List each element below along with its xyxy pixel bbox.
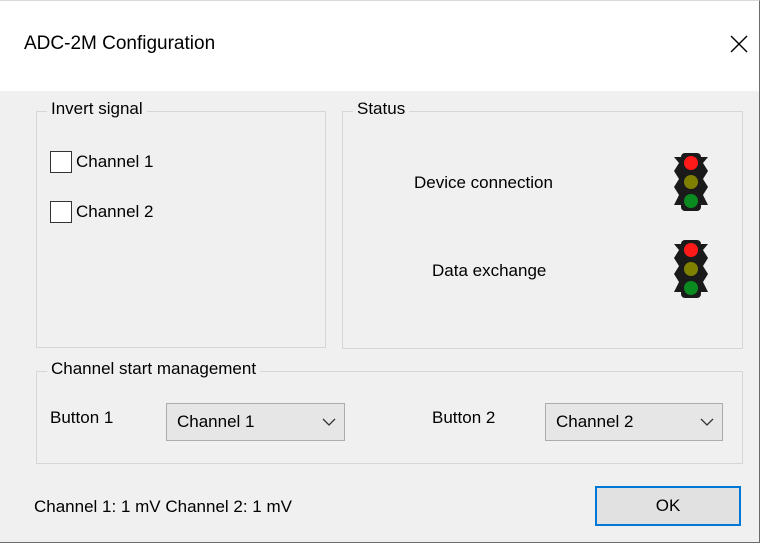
sensitivity-status-text: Channel 1: 1 mV Channel 2: 1 mV: [34, 497, 292, 516]
status-group: Status: [342, 99, 743, 349]
button-1-select[interactable]: Channel 1: [166, 403, 345, 441]
device-connection-label: Device connection: [414, 173, 553, 192]
device-connection-traffic-light-icon: [674, 153, 708, 211]
chevron-down-icon: [314, 418, 344, 426]
channel-2-checkbox-row[interactable]: Channel 2: [50, 201, 154, 223]
window-title: ADC-2M Configuration: [24, 33, 216, 54]
channel-1-checkbox-row[interactable]: Channel 1: [50, 151, 154, 173]
status-legend: Status: [353, 99, 410, 119]
channel-2-checkbox[interactable]: [50, 201, 72, 223]
dialog-window: ADC-2M Configuration Invert signal Chann…: [0, 0, 760, 543]
button-1-select-value: Channel 1: [177, 412, 255, 431]
close-button[interactable]: [722, 27, 756, 61]
close-icon: [730, 35, 748, 53]
invert-signal-group: Invert signal: [36, 99, 326, 348]
button-2-select[interactable]: Channel 2: [545, 403, 723, 441]
chevron-down-icon: [692, 418, 722, 426]
button-2-label: Button 2: [432, 408, 496, 427]
data-exchange-traffic-light-icon: [674, 240, 708, 298]
channel-1-checkbox-label[interactable]: Channel 1: [76, 152, 154, 172]
channel-start-legend: Channel start management: [47, 359, 261, 379]
channel-1-checkbox[interactable]: [50, 151, 72, 173]
channel-2-checkbox-label[interactable]: Channel 2: [76, 202, 154, 222]
data-exchange-label: Data exchange: [432, 261, 547, 280]
button-1-label: Button 1: [50, 408, 114, 427]
title-bar[interactable]: ADC-2M Configuration: [0, 1, 759, 91]
invert-signal-legend: Invert signal: [47, 99, 147, 119]
ok-button[interactable]: OK: [595, 486, 741, 526]
button-2-select-value: Channel 2: [556, 412, 634, 431]
